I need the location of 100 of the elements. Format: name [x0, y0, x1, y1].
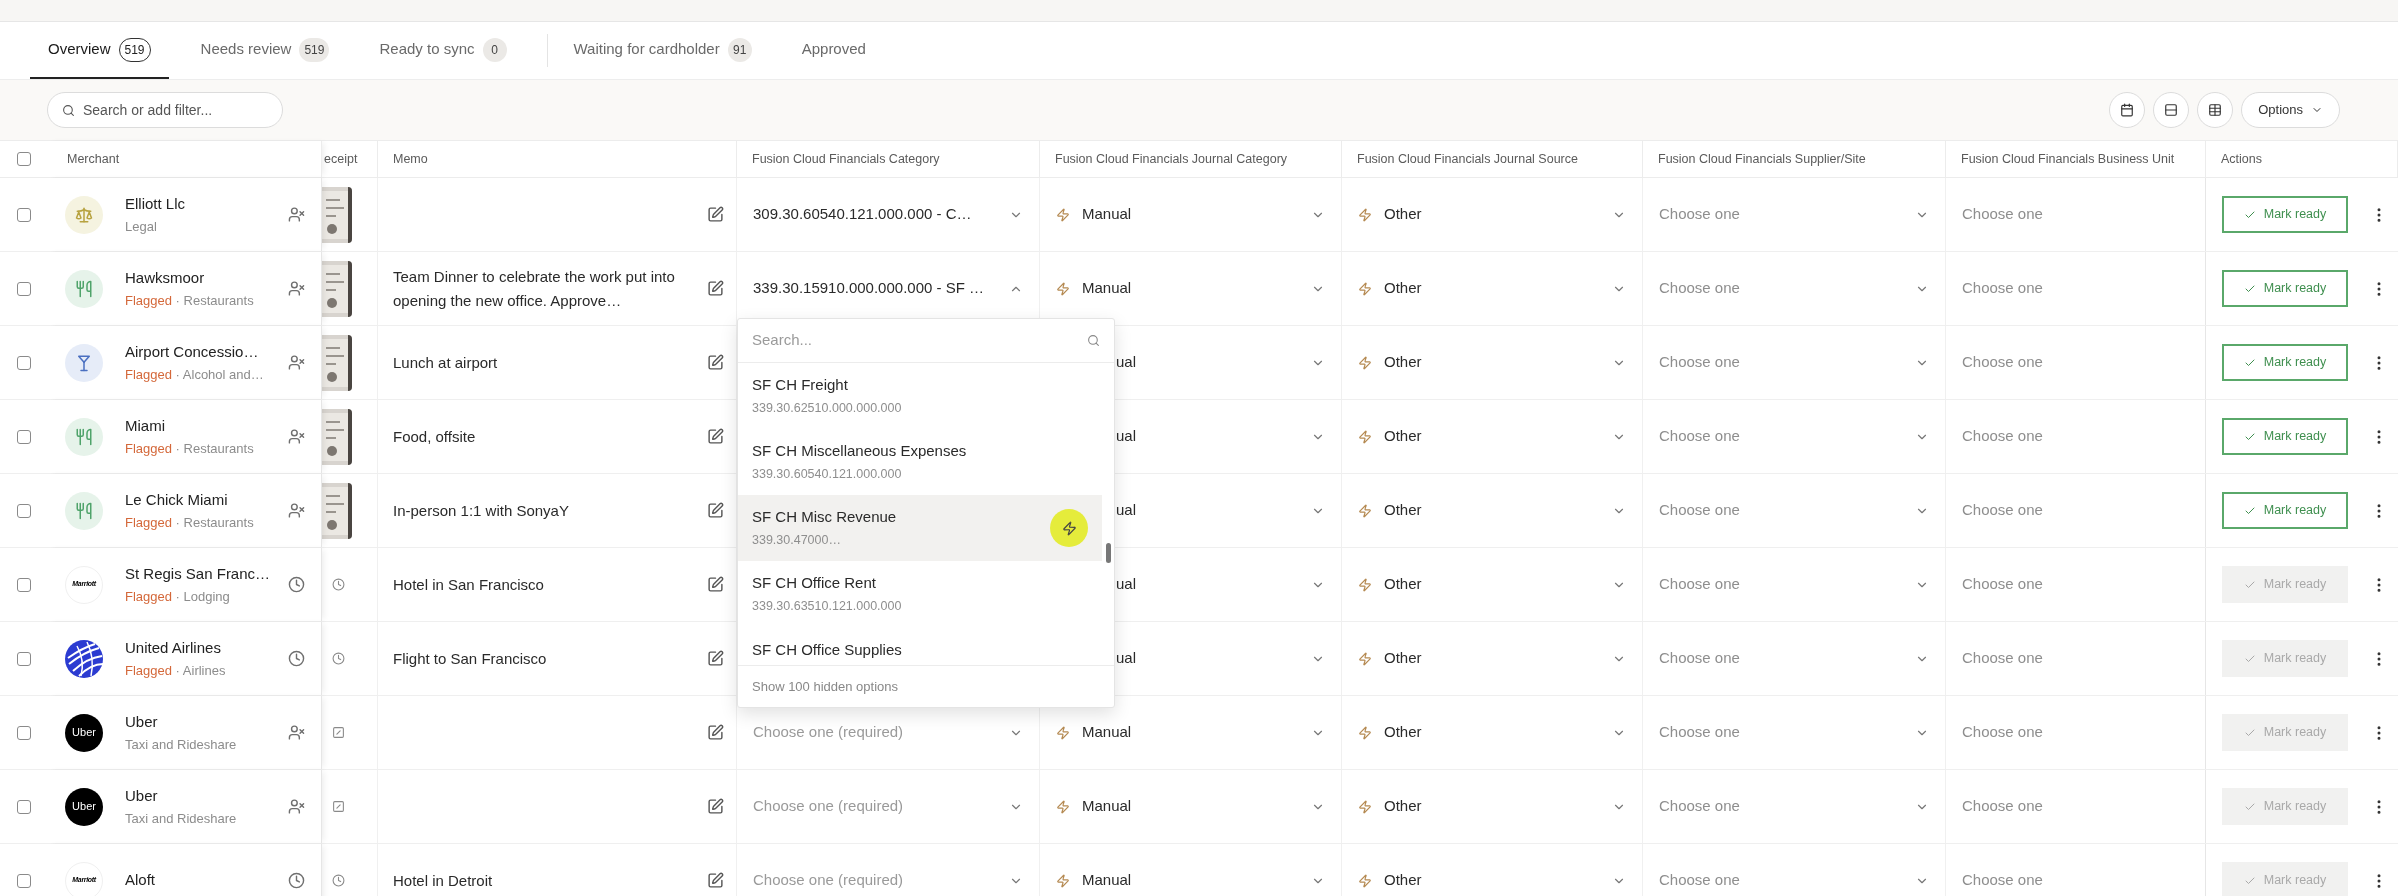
supplier-select[interactable]: Choose one: [1643, 622, 1945, 695]
dropdown-option[interactable]: SF CH Misc Revenue 339.30.47000…: [738, 495, 1102, 561]
dropdown-search-field[interactable]: Search...: [738, 319, 1114, 363]
lightning-icon: [1358, 429, 1372, 444]
edit-icon[interactable]: [707, 576, 724, 593]
table-icon: [2208, 103, 2223, 117]
mark-ready-button[interactable]: Mark ready: [2222, 492, 2348, 529]
slashed-square-icon: [332, 726, 345, 739]
select-all-checkbox[interactable]: [16, 152, 31, 166]
business-unit-select[interactable]: Choose one: [1946, 696, 2205, 769]
mark-ready-button[interactable]: Mark ready: [2222, 344, 2348, 381]
tab[interactable]: Approved: [783, 22, 884, 79]
merchant-name: Hawksmoor: [125, 267, 206, 288]
mark-ready-button[interactable]: Mark ready: [2222, 418, 2348, 455]
row-checkbox[interactable]: [16, 429, 31, 444]
row-checkbox[interactable]: [16, 873, 31, 888]
supplier-select[interactable]: Choose one: [1643, 400, 1945, 473]
user-remove-icon[interactable]: [288, 798, 305, 815]
table-button[interactable]: [2197, 92, 2234, 128]
category-select[interactable]: 339.30.15910.000.000.000 - SF …: [737, 252, 1039, 325]
merchant-name: Miami: [125, 415, 166, 436]
mark-ready-button[interactable]: Mark ready: [2222, 270, 2348, 307]
business-unit-select[interactable]: Choose one: [1946, 548, 2205, 621]
edit-icon[interactable]: [707, 798, 724, 815]
journal-source-select[interactable]: Other: [1342, 252, 1642, 325]
category-select[interactable]: Choose one (required): [737, 696, 1039, 769]
user-remove-icon[interactable]: [288, 354, 305, 371]
tab[interactable]: Needs review 519: [182, 22, 348, 79]
category-select[interactable]: Choose one (required): [737, 770, 1039, 843]
category-select[interactable]: 309.30.60540.121.000.000 - C…: [737, 178, 1039, 251]
supplier-select[interactable]: Choose one: [1643, 548, 1945, 621]
journal-category-select[interactable]: ual: [1040, 326, 1341, 399]
journal-category-select[interactable]: ual: [1040, 400, 1341, 473]
edit-icon[interactable]: [707, 724, 724, 741]
user-remove-icon[interactable]: [288, 428, 305, 445]
utensils-logo: [65, 491, 103, 530]
user-remove-icon[interactable]: [288, 280, 305, 297]
row-checkbox[interactable]: [16, 577, 31, 592]
tab[interactable]: Ready to sync 0: [361, 22, 525, 79]
row-checkbox[interactable]: [16, 355, 31, 370]
supplier-select[interactable]: Choose one: [1643, 770, 1945, 843]
supplier-select[interactable]: Choose one: [1643, 326, 1945, 399]
supplier-select[interactable]: Choose one: [1643, 696, 1945, 769]
row-checkbox[interactable]: [16, 651, 31, 666]
edit-icon[interactable]: [707, 502, 724, 519]
row-checkbox[interactable]: [16, 725, 31, 740]
supplier-select[interactable]: Choose one: [1643, 178, 1945, 251]
journal-category-select[interactable]: Manual: [1040, 252, 1341, 325]
edit-icon[interactable]: [707, 650, 724, 667]
journal-category-select[interactable]: Manual: [1040, 696, 1341, 769]
edit-icon[interactable]: [707, 428, 724, 445]
journal-source-select[interactable]: Other: [1342, 326, 1642, 399]
supplier-select[interactable]: Choose one: [1643, 252, 1945, 325]
business-unit-select[interactable]: Choose one: [1946, 844, 2205, 896]
journal-source-select[interactable]: Other: [1342, 622, 1642, 695]
business-unit-select[interactable]: Choose one: [1946, 400, 2205, 473]
journal-source-select[interactable]: Other: [1342, 178, 1642, 251]
row-checkbox[interactable]: [16, 207, 31, 222]
rows-button[interactable]: [2153, 92, 2190, 128]
options-button[interactable]: Options: [2241, 92, 2340, 128]
business-unit-select[interactable]: Choose one: [1946, 770, 2205, 843]
row-checkbox[interactable]: [16, 281, 31, 296]
user-remove-icon[interactable]: [288, 502, 305, 519]
supplier-select[interactable]: Choose one: [1643, 844, 1945, 896]
journal-source-select[interactable]: Other: [1342, 696, 1642, 769]
edit-icon[interactable]: [707, 206, 724, 223]
clock-icon: [332, 652, 345, 665]
journal-category-select[interactable]: Manual: [1040, 844, 1341, 896]
journal-category-select[interactable]: Manual: [1040, 770, 1341, 843]
journal-category-select[interactable]: ual: [1040, 622, 1341, 695]
supplier-select[interactable]: Choose one: [1643, 474, 1945, 547]
clock-icon: [288, 576, 305, 593]
edit-icon[interactable]: [707, 872, 724, 889]
business-unit-select[interactable]: Choose one: [1946, 252, 2205, 325]
journal-category-select[interactable]: ual: [1040, 474, 1341, 547]
user-remove-icon[interactable]: [288, 206, 305, 223]
row-checkbox[interactable]: [16, 503, 31, 518]
business-unit-select[interactable]: Choose one: [1946, 622, 2205, 695]
row-checkbox[interactable]: [16, 799, 31, 814]
journal-category-select[interactable]: Manual: [1040, 178, 1341, 251]
mark-ready-button[interactable]: Mark ready: [2222, 196, 2348, 233]
edit-icon[interactable]: [707, 354, 724, 371]
journal-source-select[interactable]: Other: [1342, 474, 1642, 547]
tab[interactable]: Waiting for cardholder 91: [555, 22, 770, 79]
edit-icon[interactable]: [707, 280, 724, 297]
journal-source-select[interactable]: Other: [1342, 548, 1642, 621]
show-hidden-options-link[interactable]: Show 100 hidden options: [738, 665, 1114, 707]
user-remove-icon[interactable]: [288, 724, 305, 741]
journal-category-select[interactable]: ual: [1040, 548, 1341, 621]
journal-source-select[interactable]: Other: [1342, 844, 1642, 896]
business-unit-select[interactable]: Choose one: [1946, 326, 2205, 399]
category-select[interactable]: Choose one (required): [737, 844, 1039, 896]
search-field[interactable]: Search or add filter...: [47, 92, 283, 128]
scrollbar-thumb[interactable]: [1106, 543, 1111, 563]
business-unit-select[interactable]: Choose one: [1946, 474, 2205, 547]
calendar-button[interactable]: [2109, 92, 2146, 128]
journal-source-select[interactable]: Other: [1342, 400, 1642, 473]
lightning-icon: [1358, 207, 1372, 222]
business-unit-select[interactable]: Choose one: [1946, 178, 2205, 251]
journal-source-select[interactable]: Other: [1342, 770, 1642, 843]
